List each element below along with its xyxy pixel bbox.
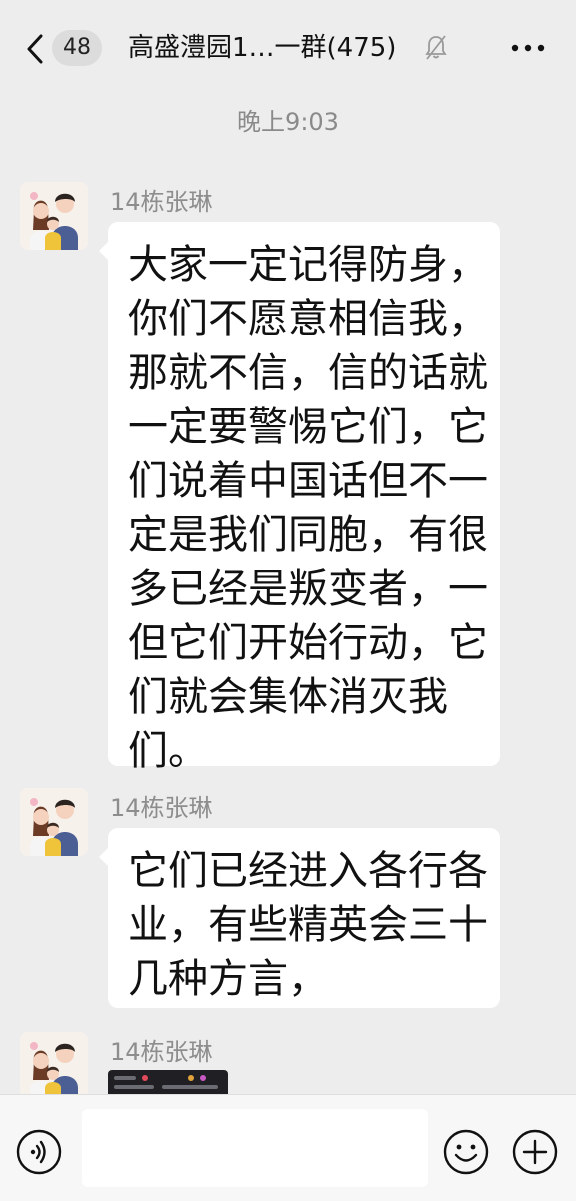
message-bubble[interactable]: 大家一定记得防身，你们不愿意相信我，那就不信，信的话就一定要警惕它们，它们说着中…	[99, 222, 500, 774]
avatar-image	[20, 788, 88, 856]
more-functions-button[interactable]	[512, 1129, 558, 1175]
avatar-image	[20, 182, 88, 250]
emoji-icon	[443, 1129, 489, 1175]
back-button[interactable]	[22, 30, 48, 68]
more-button[interactable]	[508, 34, 548, 62]
sender-name: 14栋张琳	[110, 794, 213, 822]
voice-button[interactable]	[16, 1129, 62, 1175]
message-input[interactable]	[82, 1109, 428, 1187]
chat-title: 高盛澧园1…一群(475)	[128, 33, 397, 63]
sender-avatar[interactable]	[20, 788, 88, 856]
chat-header: 48 高盛澧园1…一群(475)	[0, 0, 576, 98]
sender-name: 14栋张琳	[110, 188, 213, 216]
more-icon	[511, 44, 545, 52]
back-icon	[27, 34, 43, 64]
emoji-button[interactable]	[443, 1129, 489, 1175]
sender-avatar[interactable]	[20, 1032, 88, 1100]
message-text: 大家一定记得防身，你们不愿意相信我，那就不信，信的话就一定要警惕它们，它们说着中…	[128, 242, 488, 774]
image-message-thumbnail[interactable]	[108, 1070, 228, 1094]
avatar-image	[20, 1032, 88, 1100]
sender-name: 14栋张琳	[110, 1038, 213, 1066]
message-timestamp: 晚上9:03	[237, 108, 339, 136]
unread-count-badge[interactable]: 48	[52, 30, 102, 66]
sender-avatar[interactable]	[20, 182, 88, 250]
plus-icon	[512, 1129, 558, 1175]
voice-icon	[16, 1129, 62, 1175]
input-bar	[0, 1094, 576, 1201]
mute-icon	[425, 35, 447, 60]
message-bubble[interactable]: 它们已经进入各行各业，有些精英会三十几种方言，	[99, 828, 500, 1008]
message-text: 它们已经进入各行各业，有些精英会三十几种方言，	[128, 848, 488, 1002]
